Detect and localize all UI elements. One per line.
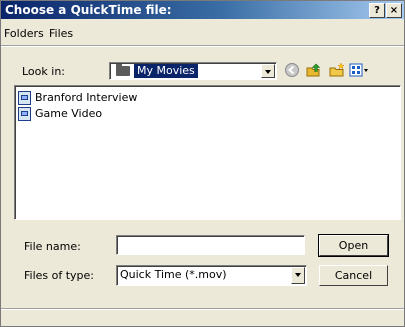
menu-files[interactable]: Files — [49, 27, 73, 40]
file-name-text: Branford Interview — [35, 91, 138, 104]
file-name-input[interactable] — [116, 235, 305, 255]
cancel-button[interactable]: Cancel — [319, 265, 388, 286]
file-list[interactable]: Branford Interview Game Video — [14, 85, 401, 220]
dialog-title: Choose a QuickTime file: — [5, 3, 172, 17]
look-in-combo[interactable]: My Movies — [109, 62, 277, 80]
movie-file-icon — [18, 107, 31, 121]
menu-folders[interactable]: Folders — [4, 27, 44, 40]
close-button[interactable]: × — [386, 3, 402, 18]
menu-bar: Folders Files — [1, 21, 404, 43]
quicktime-file-dialog: Choose a QuickTime file: ? × Folders Fil… — [0, 0, 405, 327]
file-name-label: File name: — [24, 240, 81, 253]
back-icon[interactable] — [284, 62, 300, 78]
up-folder-icon[interactable] — [306, 62, 322, 78]
open-button[interactable]: Open — [318, 234, 389, 257]
new-folder-icon[interactable] — [329, 62, 345, 78]
menu-separator — [1, 45, 404, 47]
look-in-label: Look in: — [22, 65, 65, 78]
help-button[interactable]: ? — [369, 3, 385, 18]
look-in-selected: My Movies — [134, 64, 198, 78]
view-menu-icon[interactable] — [349, 62, 369, 78]
file-type-combo[interactable]: Quick Time (*.mov) — [116, 265, 307, 286]
file-type-selected: Quick Time (*.mov) — [120, 268, 227, 281]
chevron-down-icon[interactable] — [261, 64, 275, 78]
folder-icon — [116, 64, 130, 76]
title-bar[interactable]: Choose a QuickTime file: ? × — [1, 1, 404, 19]
movie-file-icon — [18, 91, 31, 105]
files-of-type-label: Files of type: — [24, 269, 95, 282]
file-name-text: Game Video — [35, 107, 103, 120]
bottom-separator — [1, 308, 404, 310]
chevron-down-icon[interactable] — [291, 267, 305, 284]
